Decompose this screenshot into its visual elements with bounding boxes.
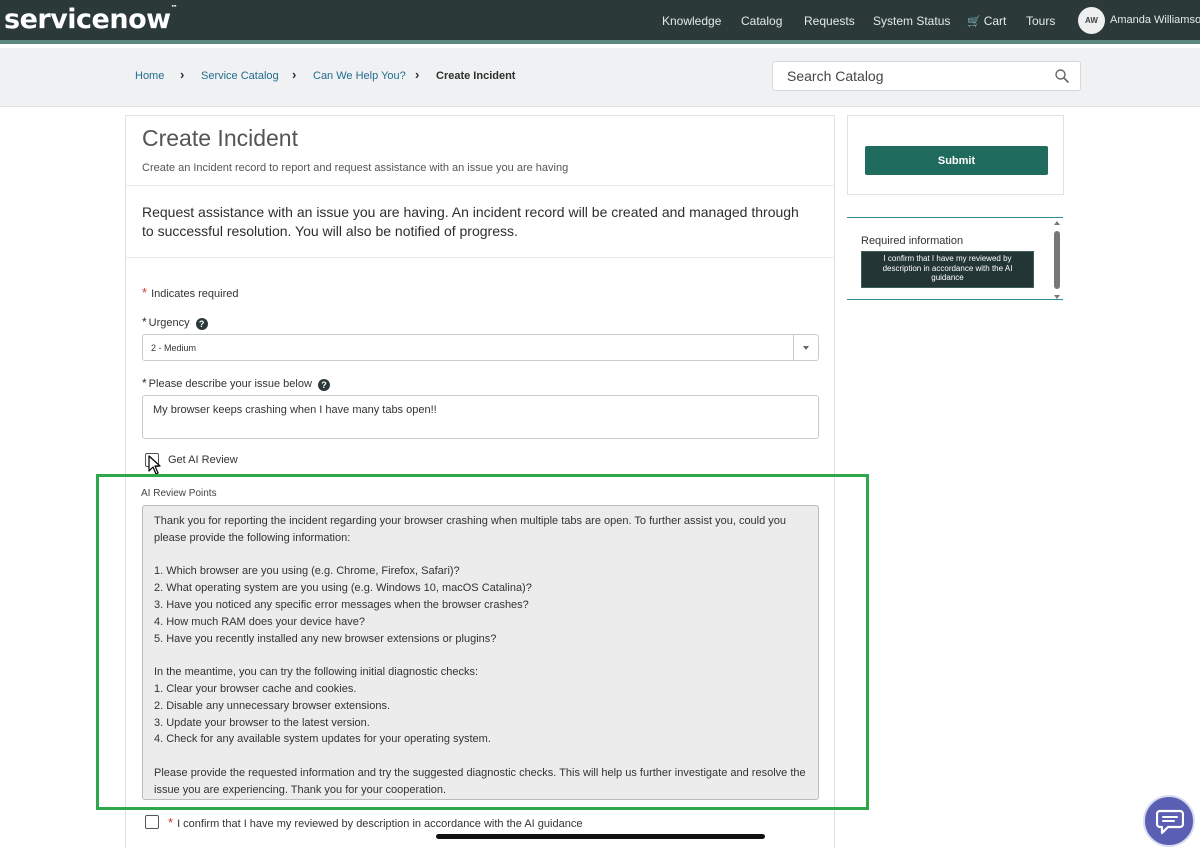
search-icon[interactable]: [1054, 68, 1070, 84]
chat-icon: [1156, 809, 1184, 835]
breadcrumb: Home › Service Catalog › Can We Help You…: [0, 48, 1200, 107]
scrollbar[interactable]: [1053, 221, 1061, 299]
nav-requests[interactable]: Requests: [804, 14, 855, 28]
chevron-right-icon: ›: [415, 67, 420, 82]
required-star: *: [142, 285, 148, 300]
ai-review-paragraph: Please provide the requested information…: [154, 766, 809, 796]
scroll-down-icon[interactable]: [1054, 295, 1060, 299]
top-nav-bar: servicenow™ Knowledge Catalog Requests S…: [0, 0, 1200, 44]
page-title: Create Incident: [142, 125, 298, 151]
mouse-cursor-icon: [148, 455, 161, 475]
submit-button[interactable]: Submit: [865, 146, 1048, 175]
ai-review-title: AI Review Points: [141, 488, 217, 499]
breadcrumb-can-we-help[interactable]: Can We Help You?: [313, 70, 406, 82]
logo-text: servicenow: [4, 4, 171, 35]
chevron-right-icon: ›: [180, 67, 185, 82]
breadcrumb-home[interactable]: Home: [135, 70, 164, 82]
required-info-title: Required information: [861, 235, 964, 247]
ai-review-paragraph: 1. Which browser are you using (e.g. Chr…: [154, 565, 532, 645]
scroll-up-icon[interactable]: [1054, 221, 1060, 225]
chevron-right-icon: ›: [292, 67, 297, 82]
get-ai-review-label: Get AI Review: [168, 454, 238, 466]
nav-catalog[interactable]: Catalog: [741, 14, 782, 28]
confirm-checkbox[interactable]: [145, 815, 159, 829]
servicenow-logo[interactable]: servicenow™: [4, 4, 178, 35]
nav-system-status[interactable]: System Status: [873, 14, 950, 28]
confirm-label: * I confirm that I have my reviewed by de…: [168, 815, 582, 830]
nav-cart[interactable]: 🛒 Cart: [967, 14, 1006, 28]
ai-review-points-box[interactable]: Thank you for reporting the incident reg…: [142, 505, 819, 800]
required-info-panel: Required information I confirm that I ha…: [847, 217, 1063, 300]
user-name[interactable]: Amanda Williamso: [1110, 14, 1200, 26]
help-icon[interactable]: ?: [317, 379, 330, 391]
ai-review-paragraph: Thank you for reporting the incident reg…: [154, 515, 790, 544]
breadcrumb-service-catalog[interactable]: Service Catalog: [201, 70, 279, 82]
scroll-thumb[interactable]: [1054, 231, 1060, 289]
required-info-item[interactable]: I confirm that I have my reviewed by des…: [861, 251, 1034, 288]
intro-text: Request assistance with an issue you are…: [142, 204, 799, 239]
issue-description-field[interactable]: [142, 395, 819, 439]
nav-knowledge[interactable]: Knowledge: [662, 14, 721, 28]
required-note-text: Indicates required: [151, 288, 239, 300]
breadcrumb-create-incident: Create Incident: [436, 70, 516, 82]
urgency-label: * Urgency?: [142, 315, 208, 330]
urgency-select[interactable]: 2 - Medium: [142, 334, 819, 361]
nav-cart-label: Cart: [983, 14, 1007, 28]
urgency-value: 2 - Medium: [151, 343, 197, 353]
card-header: Create Incident Create an Incident recor…: [126, 116, 834, 186]
search-input[interactable]: [774, 63, 1034, 89]
ai-review-paragraph: In the meantime, you can try the followi…: [154, 666, 491, 746]
describe-label-text: Please describe your issue below: [148, 378, 312, 390]
cart-icon: 🛒: [967, 16, 981, 28]
urgency-label-text: Urgency: [148, 317, 190, 329]
required-note: * Indicates required: [142, 285, 239, 300]
dropdown-toggle[interactable]: [793, 335, 818, 360]
chevron-down-icon: [803, 346, 809, 350]
submit-card: Submit: [847, 115, 1064, 195]
nav-tours[interactable]: Tours: [1026, 14, 1055, 28]
divider: [126, 257, 834, 258]
describe-label: * Please describe your issue below?: [142, 376, 330, 391]
page-subtitle: Create an Incident record to report and …: [142, 162, 569, 174]
home-indicator[interactable]: [436, 834, 765, 839]
required-star: *: [168, 815, 174, 830]
help-icon[interactable]: ?: [195, 318, 208, 330]
chat-button[interactable]: [1143, 795, 1195, 847]
search-catalog-box: [772, 61, 1081, 91]
avatar[interactable]: AW: [1078, 7, 1105, 34]
confirm-label-text: I confirm that I have my reviewed by des…: [177, 818, 583, 830]
